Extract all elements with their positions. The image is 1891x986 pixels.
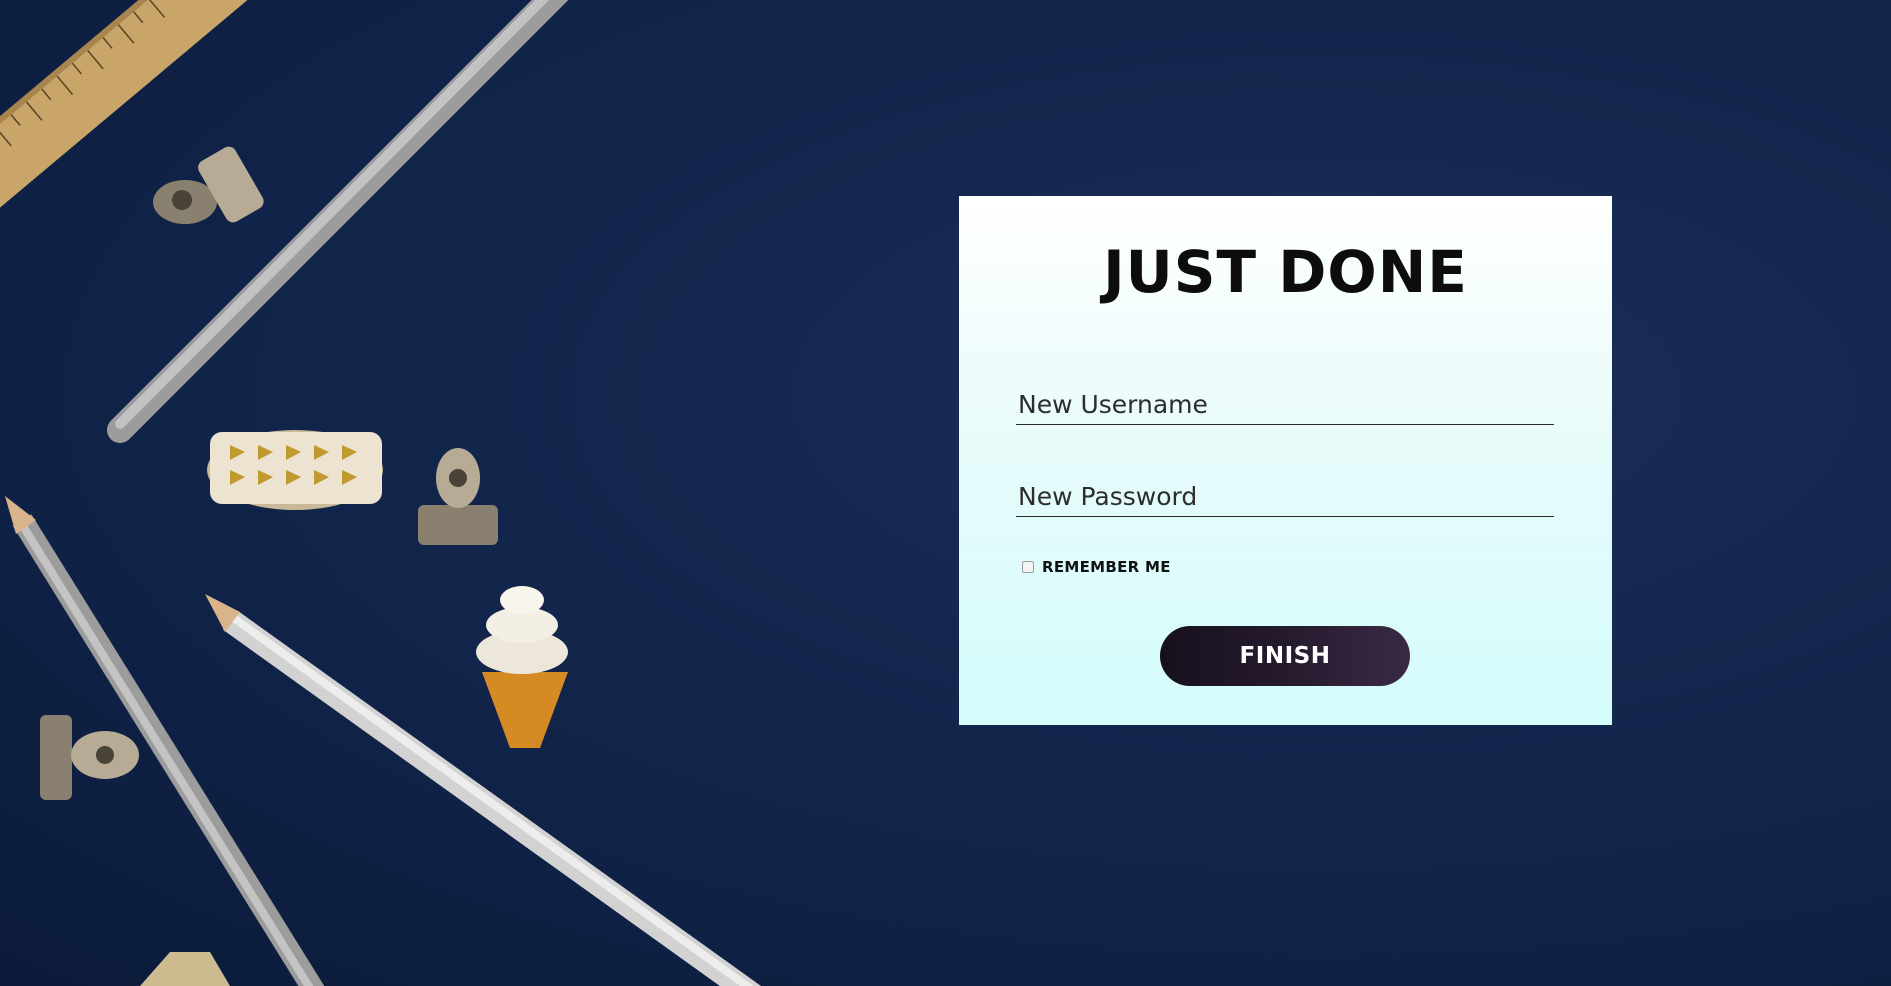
binder-clip-decoration [418, 448, 498, 545]
login-card: JUST DONE REMEMBER ME FINISH [959, 196, 1612, 725]
remember-me-row[interactable]: REMEMBER ME [1022, 558, 1171, 576]
login-page: JUST DONE REMEMBER ME FINISH [0, 0, 1891, 986]
remember-me-checkbox[interactable] [1022, 561, 1034, 573]
remember-me-label: REMEMBER ME [1042, 558, 1171, 576]
username-input[interactable] [1016, 384, 1554, 424]
page-title: JUST DONE [1103, 238, 1468, 306]
ice-cream-decoration [476, 586, 568, 748]
username-field [1016, 384, 1554, 425]
binder-clip-decoration [40, 715, 139, 800]
binder-clip-decoration [153, 146, 264, 224]
password-field [1016, 476, 1554, 517]
finish-button[interactable]: FINISH [1160, 626, 1410, 686]
washi-tape-decoration [140, 952, 230, 986]
ruler-decoration [0, 0, 252, 267]
washi-tape-decoration [207, 430, 383, 510]
password-input[interactable] [1016, 476, 1554, 516]
